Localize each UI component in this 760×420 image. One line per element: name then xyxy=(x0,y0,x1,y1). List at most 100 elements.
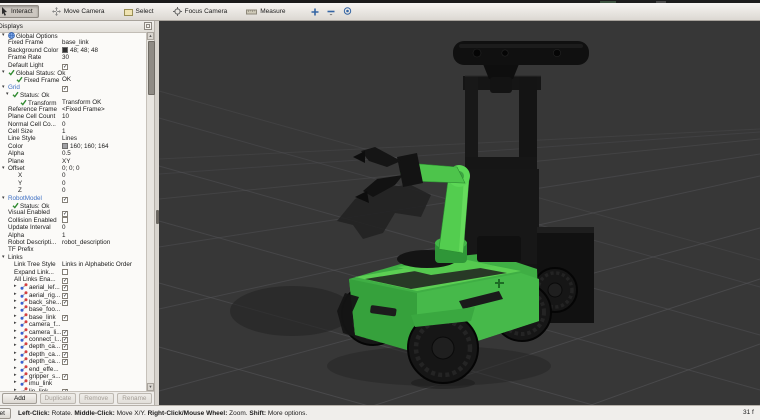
tree-value[interactable]: 10 xyxy=(62,113,146,121)
tree-row-link-tree-style[interactable]: Link Tree Style Links in Alphabetic Order xyxy=(0,261,146,268)
panel-dock-icon[interactable] xyxy=(144,22,152,30)
tree-row-all-links-ena-[interactable]: All Links Ena... ✓ xyxy=(0,276,146,284)
collapse-arrow-icon[interactable]: ▸ xyxy=(14,357,17,365)
scroll-up-icon[interactable]: ▲ xyxy=(147,32,154,40)
collapse-arrow-icon[interactable]: ▸ xyxy=(14,335,17,343)
collapse-arrow-icon[interactable]: ▸ xyxy=(14,320,17,328)
tree-value[interactable]: <Fixed Frame> xyxy=(62,106,146,114)
tree-value[interactable]: 0 xyxy=(62,187,146,195)
tree-row-transform[interactable]: Transform Transform OK xyxy=(0,99,146,107)
checkbox-unchecked[interactable] xyxy=(62,268,68,275)
tree-row-background-color[interactable]: Background Color 48; 48; 48 xyxy=(0,46,146,55)
tree-row-fixed-frame[interactable]: Fixed Frame OK xyxy=(0,76,146,84)
tree-row-camera-f-[interactable]: ▸ camera_f... xyxy=(0,320,146,328)
tree-row-default-light[interactable]: Default Light ✓ xyxy=(0,62,146,70)
collapse-arrow-icon[interactable]: ▸ xyxy=(14,372,17,380)
tree-value[interactable]: 1 xyxy=(62,232,146,240)
tree-row-end-effe-[interactable]: ▸ end_effe... xyxy=(0,365,146,373)
tree-value[interactable]: 0 xyxy=(62,172,146,180)
tree-row-plane[interactable]: Plane XY xyxy=(0,158,146,165)
expand-arrow-icon[interactable]: ▾ xyxy=(2,254,5,262)
checkbox-unchecked[interactable] xyxy=(62,216,68,223)
collapse-arrow-icon[interactable]: ▸ xyxy=(14,379,17,387)
tool-move-camera[interactable]: Move Camera xyxy=(46,5,111,18)
dot-button[interactable] xyxy=(343,7,352,16)
tool-measure[interactable]: Measure xyxy=(240,5,291,18)
tree-row-cell-size[interactable]: Cell Size 1 xyxy=(0,128,146,135)
tree-value[interactable]: 1 xyxy=(62,128,146,136)
tree-row-update-interval[interactable]: Update Interval 0 xyxy=(0,224,146,231)
expand-arrow-icon[interactable]: ▾ xyxy=(2,84,5,92)
tree-row-global-status-ok[interactable]: ▾ Global Status: Ok xyxy=(0,69,146,77)
tool-focus-camera[interactable]: Focus Camera xyxy=(167,5,234,18)
plus-button[interactable] xyxy=(311,8,319,16)
tree-row-imu-link[interactable]: ▸ imu_link xyxy=(0,379,146,387)
tree-value[interactable]: 0.5 xyxy=(62,150,146,158)
tree-value[interactable]: robot_description xyxy=(62,239,146,247)
tree-row-fixed-frame[interactable]: Fixed Frame base_link xyxy=(0,39,146,46)
tree-row-back-she-[interactable]: ▸ back_she... ✓ xyxy=(0,298,146,307)
collapse-arrow-icon[interactable]: ▸ xyxy=(14,283,17,291)
scroll-down-icon[interactable]: ▼ xyxy=(147,383,154,391)
tree-row-status-ok[interactable]: Status: Ok xyxy=(0,202,146,210)
tree-row-line-style[interactable]: Line Style Lines xyxy=(0,135,146,142)
tree-row-depth-ca-[interactable]: ▸ depth_ca... ✓ xyxy=(0,350,146,358)
tree-row-collision-enabled[interactable]: Collision Enabled xyxy=(0,216,146,224)
reset-button[interactable]: Reset xyxy=(0,407,11,419)
tree-value[interactable]: 48; 48; 48 xyxy=(62,46,146,55)
tree-row-connect-l-[interactable]: ▸ connect_l... ✓ xyxy=(0,335,146,344)
tree-row-plane-cell-count[interactable]: Plane Cell Count 10 xyxy=(0,113,146,120)
tree-value[interactable]: 0 xyxy=(62,121,146,129)
tree-row-normal-cell-co-[interactable]: Normal Cell Co... 0 xyxy=(0,121,146,128)
tree-value[interactable]: 0 xyxy=(62,180,146,188)
tree-row-offset[interactable]: ▾ Offset 0; 0; 0 xyxy=(0,165,146,172)
minus-button[interactable] xyxy=(327,8,335,16)
tree-row-depth-ca-[interactable]: ▸ depth_ca... ✓ xyxy=(0,342,146,351)
tree-value[interactable]: XY xyxy=(62,158,146,166)
tree-row-expand-link-[interactable]: Expand Link... xyxy=(0,268,146,276)
expand-arrow-icon[interactable]: ▾ xyxy=(2,32,5,40)
tree-row-global-options[interactable]: ▾ Global Options xyxy=(0,32,146,40)
tree-row-robotmodel[interactable]: ▾ RobotModel ✓ xyxy=(0,195,146,203)
tree-row-aerial-lef-[interactable]: ▸ aerial_lef... ✓ xyxy=(0,283,146,292)
tree-value[interactable]: Links in Alphabetic Order xyxy=(62,261,146,269)
tool-select[interactable]: Select xyxy=(118,5,160,18)
collapse-arrow-icon[interactable]: ▸ xyxy=(14,350,17,358)
viewport-3d[interactable] xyxy=(159,21,760,405)
tree-value[interactable]: 160; 160; 164 xyxy=(62,142,146,151)
tree-scrollbar[interactable]: ▲ ▼ xyxy=(146,32,155,391)
tree-row-z[interactable]: Z0 xyxy=(0,187,146,194)
collapse-arrow-icon[interactable]: ▸ xyxy=(14,342,17,350)
tree-row-y[interactable]: Y0 xyxy=(0,180,146,187)
collapse-arrow-icon[interactable]: ▸ xyxy=(14,328,17,336)
tree-row-visual-enabled[interactable]: Visual Enabled ✓ xyxy=(0,209,146,218)
scrollbar-thumb[interactable] xyxy=(148,41,155,95)
tree-row-depth-ca-[interactable]: ▸ depth_ca... ✓ xyxy=(0,357,146,366)
collapse-arrow-icon[interactable]: ▸ xyxy=(14,313,17,321)
tree-row-gripper-s-[interactable]: ▸ gripper_s... ✓ xyxy=(0,372,146,380)
tree-value[interactable]: Transform OK xyxy=(62,99,146,107)
tree-row-grid[interactable]: ▾ Grid ✓ xyxy=(0,84,146,92)
tree-value[interactable]: base_link xyxy=(62,39,146,47)
tree-row-links[interactable]: ▾ Links xyxy=(0,254,146,261)
tree-row-robot-descripti-[interactable]: Robot Descripti... robot_description xyxy=(0,239,146,246)
tree-row-reference-frame[interactable]: Reference Frame <Fixed Frame> xyxy=(0,106,146,113)
tree-row-color[interactable]: Color 160; 160; 164 xyxy=(0,142,146,151)
collapse-arrow-icon[interactable]: ▸ xyxy=(14,291,17,299)
tree-row-alpha[interactable]: Alpha 0.5 xyxy=(0,150,146,157)
tree-row-aerial-rig-[interactable]: ▸ aerial_rig... ✓ xyxy=(0,291,146,299)
expand-arrow-icon[interactable]: ▾ xyxy=(6,91,9,99)
tree-row-status-ok[interactable]: ▾ Status: Ok xyxy=(0,91,146,99)
expand-arrow-icon[interactable]: ▾ xyxy=(2,69,5,77)
tree-row-camera-li-[interactable]: ▸ camera_li... ✓ xyxy=(0,328,146,336)
expand-arrow-icon[interactable]: ▾ xyxy=(2,165,5,173)
tree-row-x[interactable]: X0 xyxy=(0,172,146,179)
tree-value[interactable]: 0 xyxy=(62,224,146,232)
add-button[interactable]: Add xyxy=(2,393,38,404)
tree-value[interactable]: Lines xyxy=(62,135,146,143)
tree-value[interactable]: OK xyxy=(62,76,146,84)
expand-arrow-icon[interactable]: ▾ xyxy=(2,195,5,203)
collapse-arrow-icon[interactable]: ▸ xyxy=(14,298,17,306)
collapse-arrow-icon[interactable]: ▸ xyxy=(14,365,17,373)
tool-interact[interactable]: Interact xyxy=(0,5,39,18)
